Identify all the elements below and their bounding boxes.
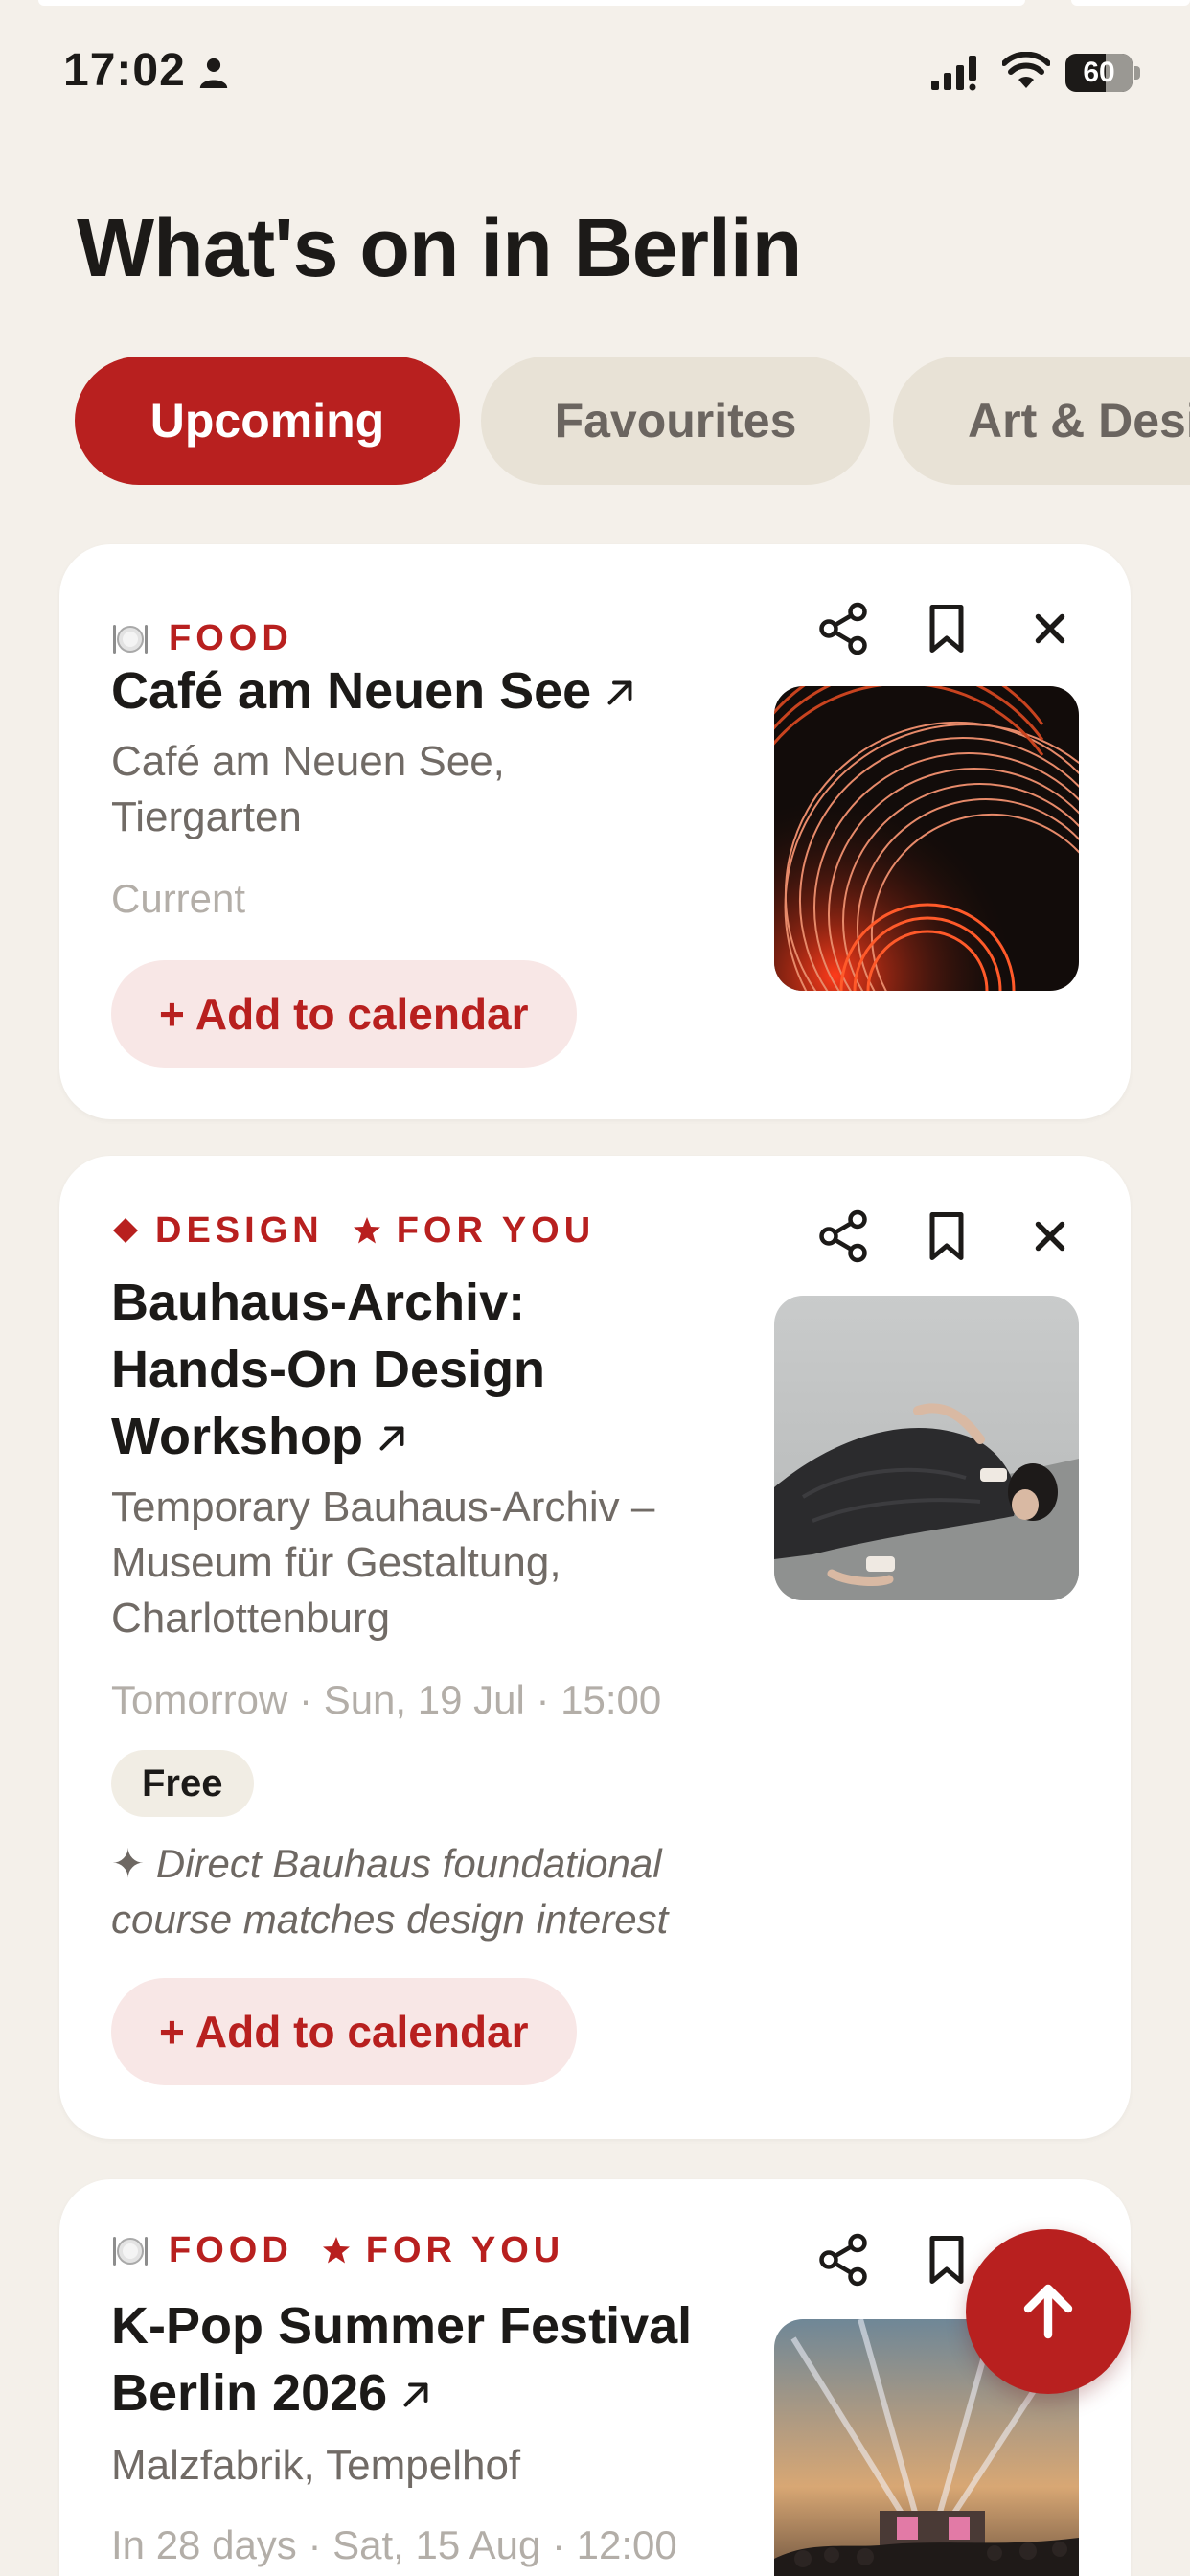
share-icon[interactable] xyxy=(814,2231,872,2288)
bookmark-icon[interactable] xyxy=(918,1208,975,1265)
bookmark-icon[interactable] xyxy=(918,2231,975,2288)
event-title: Café am Neuen See xyxy=(111,662,592,720)
tab-upcoming[interactable]: Upcoming xyxy=(75,356,460,485)
bookmark-icon[interactable] xyxy=(918,600,975,657)
category-label: FOR YOU xyxy=(365,2229,565,2270)
event-date: Current xyxy=(111,876,246,921)
page-title: What's on in Berlin xyxy=(77,202,802,294)
status-time: 17:02 xyxy=(63,45,186,96)
event-venue: Café am Neuen See, Tiergarten xyxy=(111,738,505,840)
diamond-icon xyxy=(113,1218,138,1243)
dismiss-close-icon[interactable] xyxy=(1021,1208,1079,1265)
share-icon[interactable] xyxy=(814,600,872,657)
person-lying-photo xyxy=(774,1296,1079,1600)
event-date: Tomorrow · Sun, 19 Jul · 15:00 xyxy=(111,1677,662,1722)
event-date: In 28 days · Sat, 15 Aug · 12:00 xyxy=(111,2522,677,2567)
status-bar: 17:02 60 xyxy=(0,0,1190,144)
tab-art-design[interactable]: Art & Desi xyxy=(893,356,1190,485)
event-title-line: Bauhaus-Archiv: xyxy=(111,1274,526,1331)
category-label: DESIGN xyxy=(155,1209,324,1251)
battery-percent: 60 xyxy=(1083,57,1115,88)
event-venue: Malzfabrik, Tempelhof xyxy=(111,2442,521,2489)
event-title-line: Berlin 2026 xyxy=(111,2364,388,2422)
cellular-signal-icon xyxy=(931,56,976,91)
event-card[interactable]: DESIGN FOR YOU Bauhaus-Archiv: Hands-On … xyxy=(59,1156,1131,2139)
add-to-calendar-button[interactable]: + Add to calendar xyxy=(111,960,577,1068)
category-row: FOOD FOR YOU xyxy=(111,2229,593,2271)
price-badge: Free xyxy=(111,1750,254,1817)
filter-tabs: Upcoming Favourites Art & Desi xyxy=(75,356,1190,485)
event-venue: Temporary Bauhaus-Archiv – Museum für Ge… xyxy=(111,1484,655,1642)
screen: 17:02 60 What's on in Berlin Upcoming Fa… xyxy=(0,0,1190,2576)
star-icon xyxy=(322,2237,350,2264)
arrow-up-icon xyxy=(1023,2284,1073,2339)
dismiss-close-icon[interactable] xyxy=(1021,600,1079,657)
event-title-line: Workshop xyxy=(111,1408,364,1465)
external-link-arrow-icon xyxy=(607,680,632,705)
event-thumbnail[interactable] xyxy=(774,1296,1079,1600)
event-title-link[interactable]: Café am Neuen See xyxy=(111,657,637,724)
scroll-to-top-button[interactable] xyxy=(966,2229,1131,2394)
event-title-link[interactable]: K-Pop Summer Festival Berlin 2026 xyxy=(111,2292,692,2426)
external-link-arrow-icon xyxy=(379,1426,404,1451)
battery-icon: 60 xyxy=(1065,54,1140,92)
recommendation-reason: ✦ Direct Bauhaus foundational course mat… xyxy=(111,1841,669,1942)
event-title-line: K-Pop Summer Festival xyxy=(111,2297,693,2355)
category-label: FOOD xyxy=(169,617,293,658)
category-label: FOR YOU xyxy=(396,1209,596,1251)
category-label: FOOD xyxy=(169,2229,293,2270)
event-card[interactable]: FOOD FOR YOU K-Pop Summer Festival Berli… xyxy=(59,2179,1131,2576)
tab-favourites[interactable]: Favourites xyxy=(481,356,870,485)
category-row: DESIGN FOR YOU xyxy=(111,1209,624,1252)
add-to-calendar-button[interactable]: + Add to calendar xyxy=(111,1978,577,2085)
event-thumbnail[interactable] xyxy=(774,686,1079,991)
category-row: FOOD xyxy=(111,617,322,659)
star-icon xyxy=(353,1217,380,1244)
event-card[interactable]: FOOD Café am Neuen See Café am Neuen See… xyxy=(59,544,1131,1119)
external-link-arrow-icon xyxy=(403,2382,428,2407)
wifi-icon xyxy=(1002,52,1050,88)
share-icon[interactable] xyxy=(814,1208,872,1265)
abstract-arcs-image xyxy=(774,686,1079,991)
plate-cutlery-icon xyxy=(113,2237,148,2266)
plate-cutlery-icon xyxy=(113,625,148,654)
event-title-link[interactable]: Bauhaus-Archiv: Hands-On Design Workshop xyxy=(111,1269,545,1470)
person-icon xyxy=(199,58,228,88)
event-title-line: Hands-On Design xyxy=(111,1341,546,1398)
